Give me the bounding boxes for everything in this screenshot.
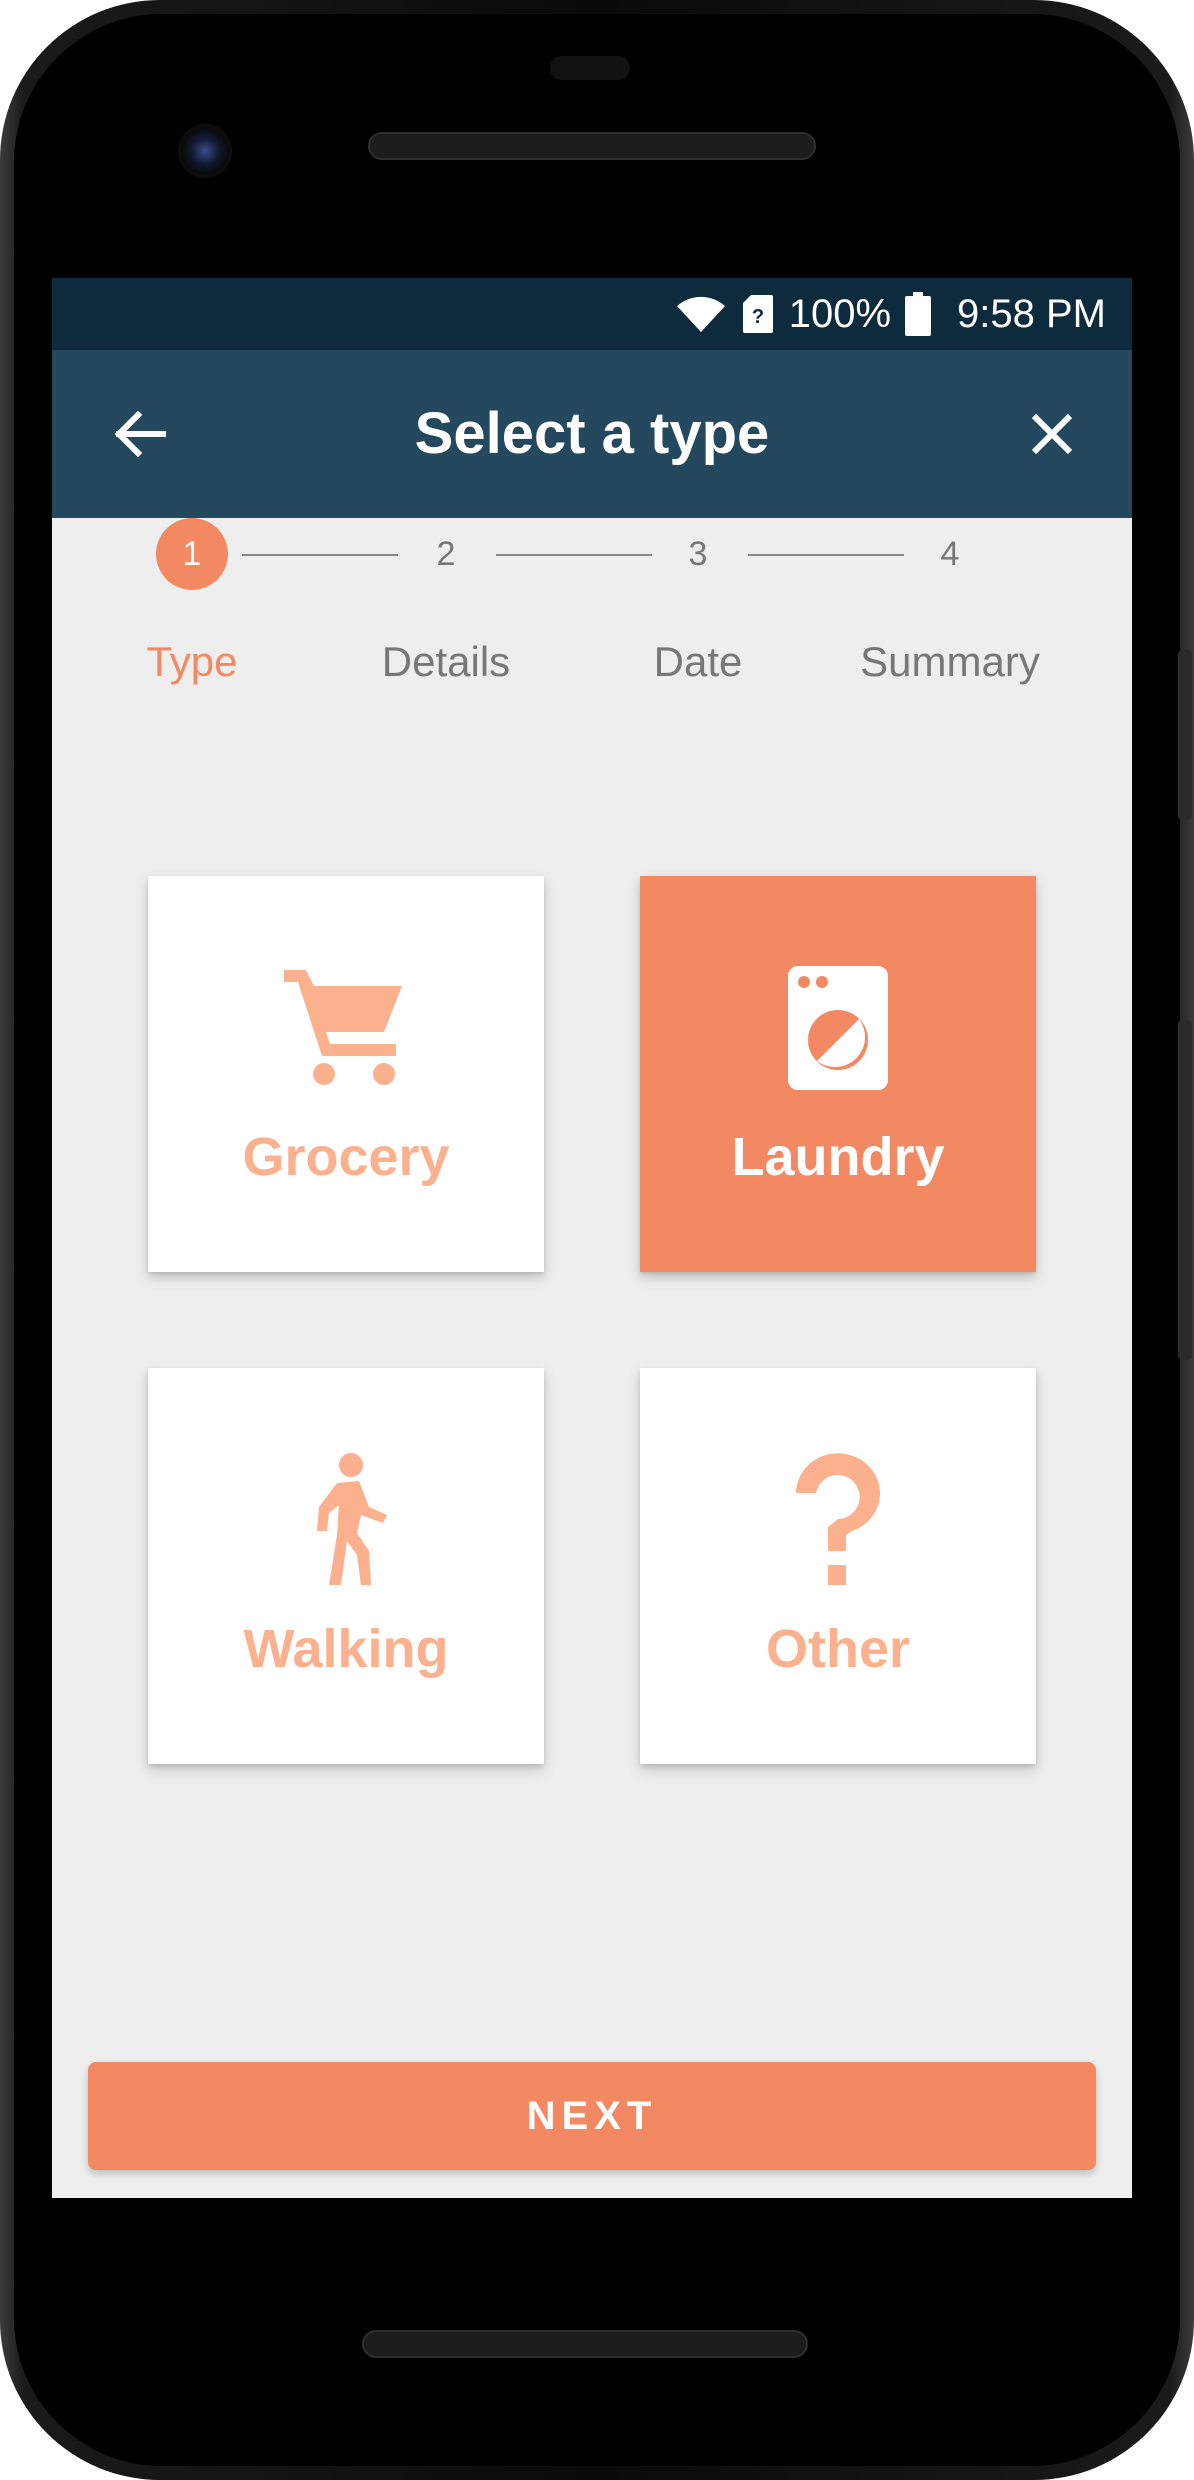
type-label: Walking (243, 1619, 449, 1679)
walking-person-icon (317, 1453, 387, 1585)
next-button[interactable]: NEXT (88, 2062, 1096, 2170)
type-label: Laundry (731, 1127, 945, 1187)
bottom-speaker (362, 2330, 808, 2358)
power-button (1178, 650, 1192, 820)
step-3-indicator: 3 (688, 535, 708, 573)
step-connector (748, 554, 904, 556)
status-bar: ? 100% 9:58 PM (52, 278, 1132, 350)
app-screen: ? 100% 9:58 PM Select a type 1 2 3 4 Typ… (52, 278, 1132, 2198)
volume-button (1178, 1020, 1192, 1360)
question-mark-icon (796, 1453, 880, 1585)
close-button[interactable] (1012, 394, 1092, 474)
progress-stepper: 1 2 3 4 Type Details Date Summary (52, 518, 1132, 718)
washing-machine-icon (788, 966, 888, 1090)
phone-frame: ? 100% 9:58 PM Select a type 1 2 3 4 Typ… (0, 0, 1194, 2480)
type-tile-walking[interactable]: Walking (148, 1368, 544, 1764)
type-label: Grocery (242, 1127, 450, 1187)
step-connector (496, 554, 652, 556)
app-bar: Select a type (52, 350, 1132, 518)
type-tile-laundry[interactable]: Laundry (640, 876, 1036, 1272)
close-icon (1031, 413, 1073, 455)
type-tile-grocery[interactable]: Grocery (148, 876, 544, 1272)
step-2-label: Details (381, 638, 511, 685)
battery-icon (905, 292, 932, 336)
step-connector (242, 554, 398, 556)
arrow-left-icon (114, 411, 166, 457)
svg-text:?: ? (752, 306, 764, 328)
step-3-label: Date (653, 638, 743, 685)
step-1-label: Type (146, 638, 238, 685)
step-1-indicator: 1 (156, 518, 228, 590)
page-title: Select a type (414, 401, 770, 466)
step-4-label: Summary (860, 638, 1040, 685)
battery-percent: 100% (788, 291, 892, 336)
step-2-indicator: 2 (436, 535, 456, 573)
shopping-cart-icon (284, 970, 402, 1085)
back-button[interactable] (100, 394, 180, 474)
clock: 9:58 PM (957, 291, 1106, 336)
earpiece-speaker (368, 132, 816, 160)
proximity-sensor (550, 56, 630, 80)
type-label: Other (765, 1619, 911, 1679)
wifi-icon (675, 294, 727, 334)
front-camera-icon (178, 124, 232, 178)
type-tile-other[interactable]: Other (640, 1368, 1036, 1764)
step-4-indicator: 4 (940, 535, 960, 573)
sim-card-unknown-icon: ? (741, 293, 775, 335)
